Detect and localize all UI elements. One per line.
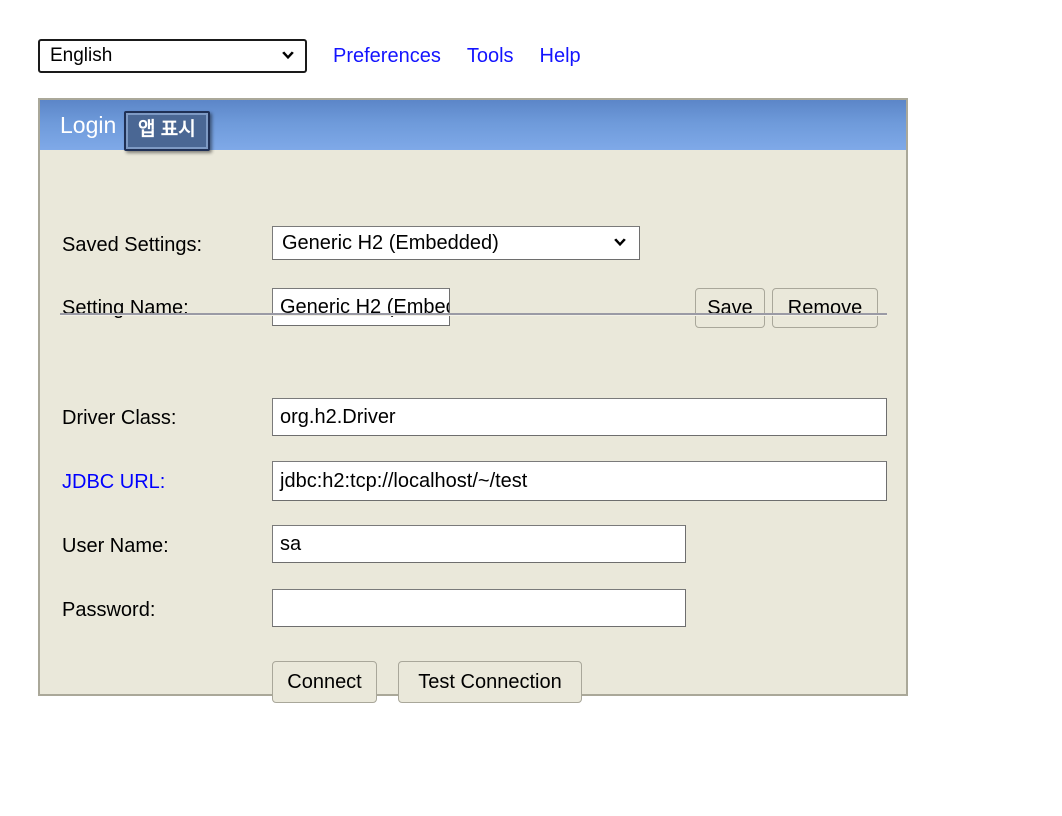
link-tools[interactable]: Tools <box>467 45 514 68</box>
driver-class-value: org.h2.Driver <box>280 405 396 428</box>
password-label: Password: <box>62 599 156 621</box>
link-help[interactable]: Help <box>540 45 581 68</box>
section-divider <box>60 313 887 315</box>
language-select[interactable]: English <box>38 39 307 73</box>
test-connection-button[interactable]: Test Connection <box>398 661 582 703</box>
password-input[interactable] <box>272 589 686 627</box>
jdbc-url-value: jdbc:h2:tcp://localhost/~/test <box>280 469 528 492</box>
jdbc-url-input[interactable]: jdbc:h2:tcp://localhost/~/test <box>272 461 887 501</box>
setting-name-label: Setting Name: <box>62 297 189 319</box>
panel-body: Saved Settings: Generic H2 (Embedded) Se… <box>40 150 906 703</box>
driver-class-label: Driver Class: <box>62 407 177 429</box>
jdbc-url-label[interactable]: JDBC URL: <box>62 471 165 494</box>
saved-settings-select[interactable]: Generic H2 (Embedded) <box>272 226 640 260</box>
remove-button[interactable]: Remove <box>772 288 878 328</box>
toolbar-links: Preferences Tools Help <box>333 45 581 68</box>
chevron-down-icon <box>614 238 626 247</box>
user-name-input[interactable]: sa <box>272 525 686 563</box>
setting-name-input[interactable]: Generic H2 (Embedded) <box>272 288 450 326</box>
top-toolbar: English Preferences Tools Help <box>38 38 581 74</box>
panel-header: Login 앱 표시 <box>40 100 906 151</box>
saved-settings-label: Saved Settings: <box>62 234 203 256</box>
save-button[interactable]: Save <box>695 288 765 328</box>
connect-button[interactable]: Connect <box>272 661 377 703</box>
link-preferences[interactable]: Preferences <box>333 45 441 68</box>
chevron-down-icon <box>282 51 294 60</box>
page-title: Login <box>60 112 117 138</box>
saved-settings-value: Generic H2 (Embedded) <box>282 231 499 254</box>
setting-name-value: Generic H2 (Embedded) <box>280 295 449 318</box>
app-tooltip: 앱 표시 <box>124 111 210 151</box>
user-name-label: User Name: <box>62 535 169 557</box>
driver-class-input[interactable]: org.h2.Driver <box>272 398 887 436</box>
language-select-value: English <box>50 45 113 66</box>
user-name-value: sa <box>280 532 302 555</box>
login-panel: Login 앱 표시 Saved Settings: Generic H2 (E… <box>38 98 908 703</box>
